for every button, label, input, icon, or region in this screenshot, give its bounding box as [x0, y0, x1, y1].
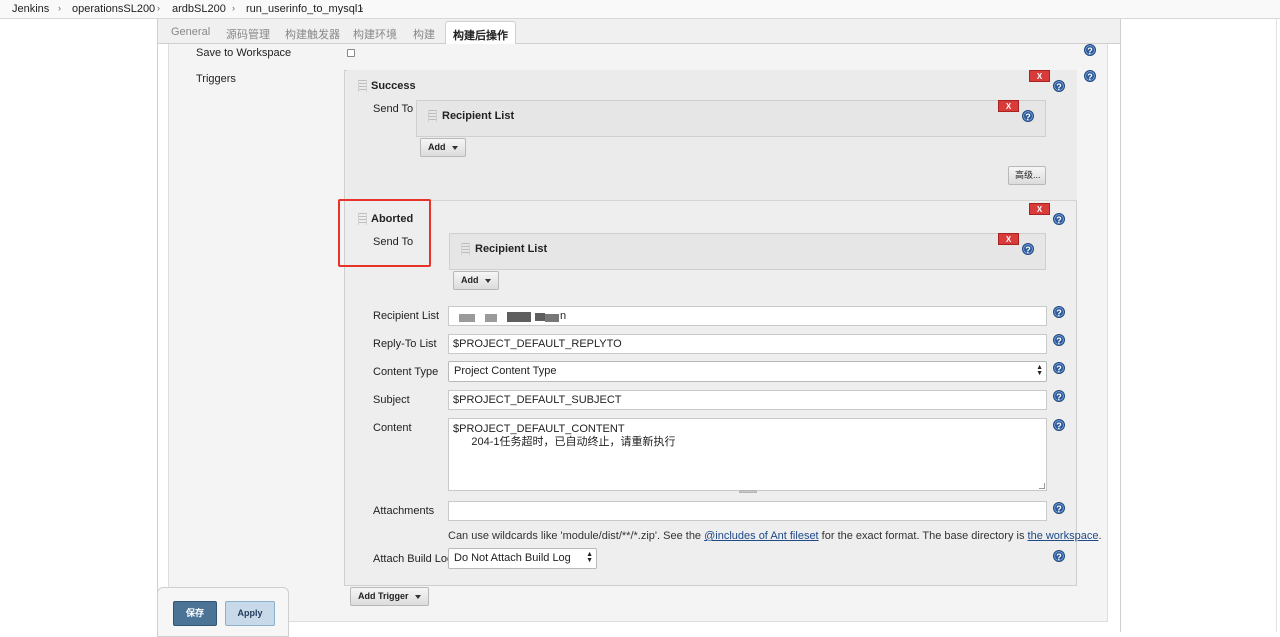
help-icon[interactable]: ?	[1084, 44, 1096, 56]
content-type-value: Project Content Type	[454, 365, 557, 377]
page-border-right	[1120, 19, 1121, 632]
attachments-input[interactable]	[448, 501, 1047, 521]
remove-recipient-list-button[interactable]: X	[998, 100, 1019, 112]
help-icon[interactable]: ?	[1084, 70, 1096, 82]
help-icon[interactable]: ?	[1053, 419, 1065, 431]
recipient-list-visible-tail: n	[560, 310, 567, 322]
help-icon[interactable]: ?	[1053, 390, 1065, 402]
attach-build-log-label: Attach Build Log	[373, 553, 454, 565]
aborted-add-label: Add	[461, 275, 479, 285]
drag-handle-icon[interactable]	[428, 110, 437, 122]
breadcrumb-separator-icon[interactable]: ›	[360, 3, 363, 13]
subject-input[interactable]: $PROJECT_DEFAULT_SUBJECT	[448, 390, 1047, 410]
breadcrumb-subfolder[interactable]: ardbSL200	[172, 3, 226, 15]
success-advanced-button[interactable]: 高级...	[1008, 166, 1046, 185]
recipient-list-input[interactable]: n	[448, 306, 1047, 326]
tab-build-environment[interactable]: 构建环境	[353, 26, 397, 42]
page-border-left	[157, 19, 158, 632]
page-border-far-right	[1276, 19, 1277, 632]
resize-handle-icon[interactable]	[1039, 483, 1045, 489]
attachments-hint-text: Can use wildcards like 'module/dist/**/*…	[448, 530, 705, 542]
redacted-text	[535, 313, 545, 321]
content-textarea[interactable]: $PROJECT_DEFAULT_CONTENT 204-1任务超时，已自动终止…	[448, 418, 1047, 491]
redacted-text	[485, 314, 497, 322]
help-icon[interactable]: ?	[1053, 80, 1065, 92]
success-recipient-list-title: Recipient List	[442, 110, 515, 122]
tab-post-build-actions[interactable]: 构建后操作	[445, 21, 516, 45]
content-type-select[interactable]: Project Content Type ▲ ▼	[448, 361, 1047, 382]
aborted-add-button[interactable]: Add	[453, 271, 499, 290]
textarea-resize-grip[interactable]	[739, 490, 757, 493]
redacted-text	[507, 312, 531, 322]
tab-build-triggers[interactable]: 构建触发器	[285, 26, 340, 42]
help-icon[interactable]: ?	[1022, 110, 1034, 122]
help-icon[interactable]: ?	[1053, 213, 1065, 225]
content-type-label: Content Type	[373, 366, 439, 378]
content-label: Content	[373, 422, 412, 434]
attachments-hint: Can use wildcards like 'module/dist/**/*…	[448, 530, 1102, 542]
success-add-label: Add	[428, 142, 446, 152]
help-icon[interactable]: ?	[1053, 550, 1065, 562]
help-icon[interactable]: ?	[1053, 362, 1065, 374]
select-arrows-icon: ▲ ▼	[1036, 364, 1043, 377]
redacted-text	[459, 314, 475, 322]
breadcrumb-separator-icon[interactable]: ›	[232, 3, 235, 13]
recipient-list-label: Recipient List	[373, 310, 440, 322]
chevron-down-icon	[414, 594, 421, 599]
attach-build-log-select[interactable]: Do Not Attach Build Log ▲ ▼	[448, 548, 597, 569]
help-icon[interactable]: ?	[1053, 502, 1065, 514]
tab-scm[interactable]: 源码管理	[226, 26, 270, 42]
breadcrumb-jenkins[interactable]: Jenkins	[12, 3, 49, 15]
tab-general[interactable]: General	[171, 26, 210, 38]
subject-label: Subject	[373, 394, 410, 406]
save-to-workspace-checkbox[interactable]	[347, 49, 355, 57]
attachments-hint-text: for the exact format. The base directory…	[818, 530, 1028, 542]
save-button[interactable]: 保存	[173, 601, 217, 626]
success-send-to-label: Send To	[373, 103, 414, 115]
remove-aborted-trigger-button[interactable]: X	[1029, 203, 1050, 215]
breadcrumb: Jenkins › operationsSL200 › ardbSL200 › …	[0, 0, 1280, 19]
ant-fileset-link[interactable]: @includes of Ant fileset	[704, 530, 819, 542]
aborted-recipient-list-title: Recipient List	[475, 243, 548, 255]
save-to-workspace-label: Save to Workspace	[196, 47, 292, 59]
workspace-link[interactable]: the workspace	[1028, 530, 1099, 542]
help-icon[interactable]: ?	[1053, 334, 1065, 346]
remove-recipient-list-button[interactable]: X	[998, 233, 1019, 245]
drag-handle-icon[interactable]	[461, 243, 470, 255]
select-arrows-icon: ▲ ▼	[586, 551, 593, 564]
success-trigger-title: Success	[371, 80, 416, 92]
triggers-label: Triggers	[196, 73, 236, 85]
breadcrumb-job[interactable]: run_userinfo_to_mysql1	[246, 3, 363, 15]
attachments-hint-text: .	[1098, 530, 1102, 542]
attach-build-log-value: Do Not Attach Build Log	[454, 552, 571, 564]
breadcrumb-separator-icon[interactable]: ›	[58, 3, 61, 13]
reply-to-label: Reply-To List	[373, 338, 437, 350]
apply-button[interactable]: Apply	[225, 601, 275, 626]
add-trigger-button[interactable]: Add Trigger	[350, 587, 429, 606]
tab-build[interactable]: 构建	[413, 26, 435, 42]
breadcrumb-folder[interactable]: operationsSL200	[72, 3, 155, 15]
help-icon[interactable]: ?	[1053, 306, 1065, 318]
annotation-highlight-box	[338, 199, 431, 267]
reply-to-input[interactable]: $PROJECT_DEFAULT_REPLYTO	[448, 334, 1047, 354]
help-icon[interactable]: ?	[1022, 243, 1034, 255]
attachments-label: Attachments	[373, 505, 435, 517]
config-tabs: General 源码管理 构建触发器 构建环境 构建 构建后操作	[158, 19, 1120, 45]
remove-success-trigger-button[interactable]: X	[1029, 70, 1050, 82]
success-add-button[interactable]: Add	[420, 138, 466, 157]
breadcrumb-separator-icon[interactable]: ›	[157, 3, 160, 13]
drag-handle-icon[interactable]	[358, 80, 367, 92]
redacted-text	[545, 314, 559, 322]
add-trigger-label: Add Trigger	[358, 591, 409, 601]
chevron-down-icon	[484, 278, 491, 283]
chevron-down-icon	[451, 145, 458, 150]
